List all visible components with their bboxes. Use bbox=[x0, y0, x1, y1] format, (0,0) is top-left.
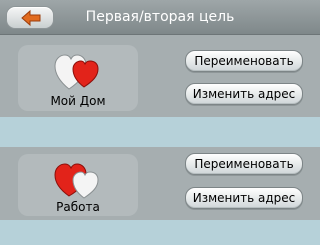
target-label: Работа bbox=[56, 200, 100, 214]
rename-button[interactable]: Переименовать bbox=[185, 50, 303, 72]
hearts-icon bbox=[54, 163, 99, 199]
hearts-icon bbox=[54, 54, 99, 90]
title-bar: Первая/вторая цель bbox=[0, 0, 320, 35]
rename-button[interactable]: Переименовать bbox=[185, 153, 303, 175]
target-row-work: Работа Переименовать Изменить адрес bbox=[0, 147, 320, 220]
target-row-home: Мой Дом Переименовать Изменить адрес bbox=[0, 35, 320, 117]
page-title: Первая/вторая цель bbox=[85, 9, 235, 25]
separator bbox=[0, 117, 320, 147]
change-address-button[interactable]: Изменить адрес bbox=[185, 187, 303, 209]
target-card[interactable]: Работа bbox=[18, 154, 138, 216]
target-card[interactable]: Мой Дом bbox=[18, 45, 138, 111]
target-label: Мой Дом bbox=[50, 94, 106, 108]
separator bbox=[0, 220, 320, 245]
change-address-button[interactable]: Изменить адрес bbox=[185, 83, 303, 105]
